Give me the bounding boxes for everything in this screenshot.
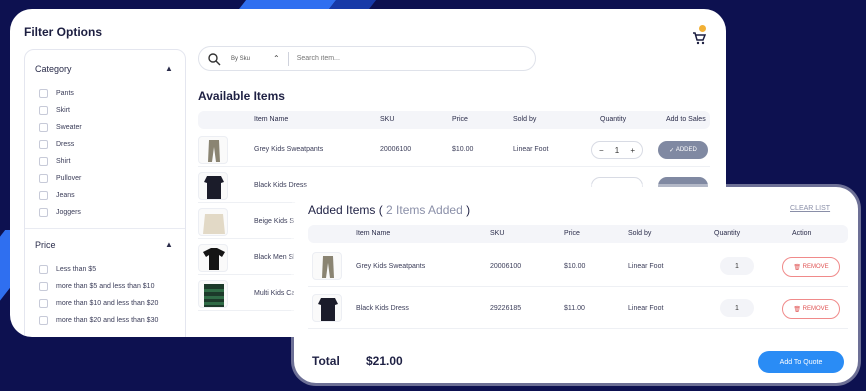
item-thumbnail [312,294,342,322]
item-sku: 20006100 [490,263,522,270]
remove-button[interactable]: 🗑 REMOVE [782,257,840,277]
added-table-header: Item Name SKU Price Sold by Quantity Act… [308,225,848,243]
quantity-value[interactable]: 1 [720,299,754,317]
header-item-name: Item Name [254,116,289,123]
check-icon: ✓ [669,147,676,154]
checkbox[interactable] [39,190,48,200]
category-option[interactable]: Shirt [39,155,70,167]
chevron-up-icon[interactable]: ▲ [165,64,173,73]
filter-title: Filter Options [24,25,102,39]
quantity-value: 1 [614,145,620,155]
item-thumbnail [198,208,228,236]
header-item-name: Item Name [356,230,391,237]
item-sku: 29226185 [490,305,522,312]
available-table-header: Item Name SKU Price Sold by Quantity Add… [198,111,710,129]
price-option[interactable]: more than $20 and less than $30 [39,314,158,326]
header-sku: SKU [490,230,505,237]
divider [287,51,289,66]
category-option[interactable]: Dress [39,138,74,150]
category-option[interactable]: Joggers [39,206,81,218]
trash-icon: 🗑 [793,306,803,313]
category-label: Category [35,64,72,74]
item-thumbnail [198,280,228,308]
header-action: Action [792,230,812,237]
item-name: Grey Kids Sweatpants [356,263,426,270]
checkbox[interactable] [39,88,48,98]
available-items-title: Available Items [198,89,285,103]
category-option[interactable]: Jeans [39,189,75,201]
item-name: Grey Kids Sweatpants [254,146,324,153]
checkbox[interactable] [39,264,48,274]
chevron-up-icon[interactable]: ⌃ [273,54,280,63]
price-header[interactable]: Price ▲ [35,240,173,250]
category-option[interactable]: Pants [39,87,74,99]
item-name: Black Kids Dress [356,305,409,312]
checkbox[interactable] [39,156,48,166]
item-thumbnail [198,172,228,200]
search-mode-select[interactable]: By Sku [231,56,261,62]
table-row[interactable]: Grey Kids Sweatpants 20006100 $10.00 Lin… [308,247,848,287]
checkbox[interactable] [39,122,48,132]
cart-icon[interactable] [692,31,706,45]
category-option[interactable]: Sweater [39,121,82,133]
search-input[interactable] [296,55,497,62]
trash-icon: 🗑 [793,264,803,271]
table-row[interactable]: Grey Kids Sweatpants 20006100 $10.00 Lin… [198,133,710,167]
search-icon [208,52,221,65]
checkbox[interactable] [39,298,48,308]
checkbox[interactable] [39,139,48,149]
item-sold-by: Linear Foot [628,263,664,270]
chevron-up-icon[interactable]: ▲ [165,240,173,249]
total-label: Total [312,354,340,368]
item-sku: 20006100 [380,146,412,153]
checkbox[interactable] [39,315,48,325]
checkbox[interactable] [39,105,48,115]
item-price: $10.00 [452,146,474,153]
price-option[interactable]: Less than $5 [39,263,96,275]
quantity-value[interactable]: 1 [720,257,754,275]
search-bar: By Sku ⌃ [198,46,536,71]
header-quantity: Quantity [600,116,627,123]
price-label: Price [35,240,56,250]
clear-list-link[interactable]: CLEAR LIST [790,205,830,212]
item-thumbnail [198,136,228,164]
price-option[interactable]: more than $10 and less than $20 [39,297,158,309]
total-value: $21.00 [366,354,403,368]
minus-button[interactable]: − [599,146,604,155]
price-option[interactable]: more than $5 and less than $10 [39,280,154,292]
header-price: Price [452,116,468,123]
item-price: $10.00 [564,263,586,270]
table-row[interactable]: Black Kids Dress 29226185 $11.00 Linear … [308,289,848,329]
header-sold-by: Sold by [513,116,537,123]
added-items-title: Added Items ( 2 Items Added ) [308,203,471,217]
checkbox[interactable] [39,281,48,291]
category-option[interactable]: Skirt [39,104,70,116]
item-price: $11.00 [564,305,585,312]
header-add-to-sales: Add to Sales [666,116,706,123]
header-quantity: Quantity [714,230,741,237]
plus-button[interactable]: + [630,146,635,155]
item-sold-by: Linear Foot [628,305,664,312]
added-count: 2 Items Added [382,203,467,217]
remove-button[interactable]: 🗑 REMOVE [782,299,840,319]
checkbox[interactable] [39,207,48,217]
item-sold-by: Linear Foot [513,146,549,153]
quantity-stepper: − 1 + [591,141,643,159]
category-option[interactable]: Pullover [39,172,81,184]
header-sold-by: Sold by [628,230,652,237]
divider [25,228,185,229]
header-price: Price [564,230,580,237]
add-to-quote-button[interactable]: Add To Quote [758,351,844,373]
filter-sidebar: Category ▲ Pants Skirt Sweater Dress Shi… [24,49,186,337]
item-thumbnail [198,244,228,272]
checkbox[interactable] [39,173,48,183]
added-items-panel: Added Items ( 2 Items Added ) CLEAR LIST… [294,187,858,383]
added-button[interactable]: ✓ ADDED [658,141,708,159]
category-header[interactable]: Category ▲ [35,64,173,74]
header-sku: SKU [380,116,395,123]
cart-badge [699,25,706,32]
item-thumbnail [312,252,342,280]
item-name: Black Kids Dress [254,182,307,189]
